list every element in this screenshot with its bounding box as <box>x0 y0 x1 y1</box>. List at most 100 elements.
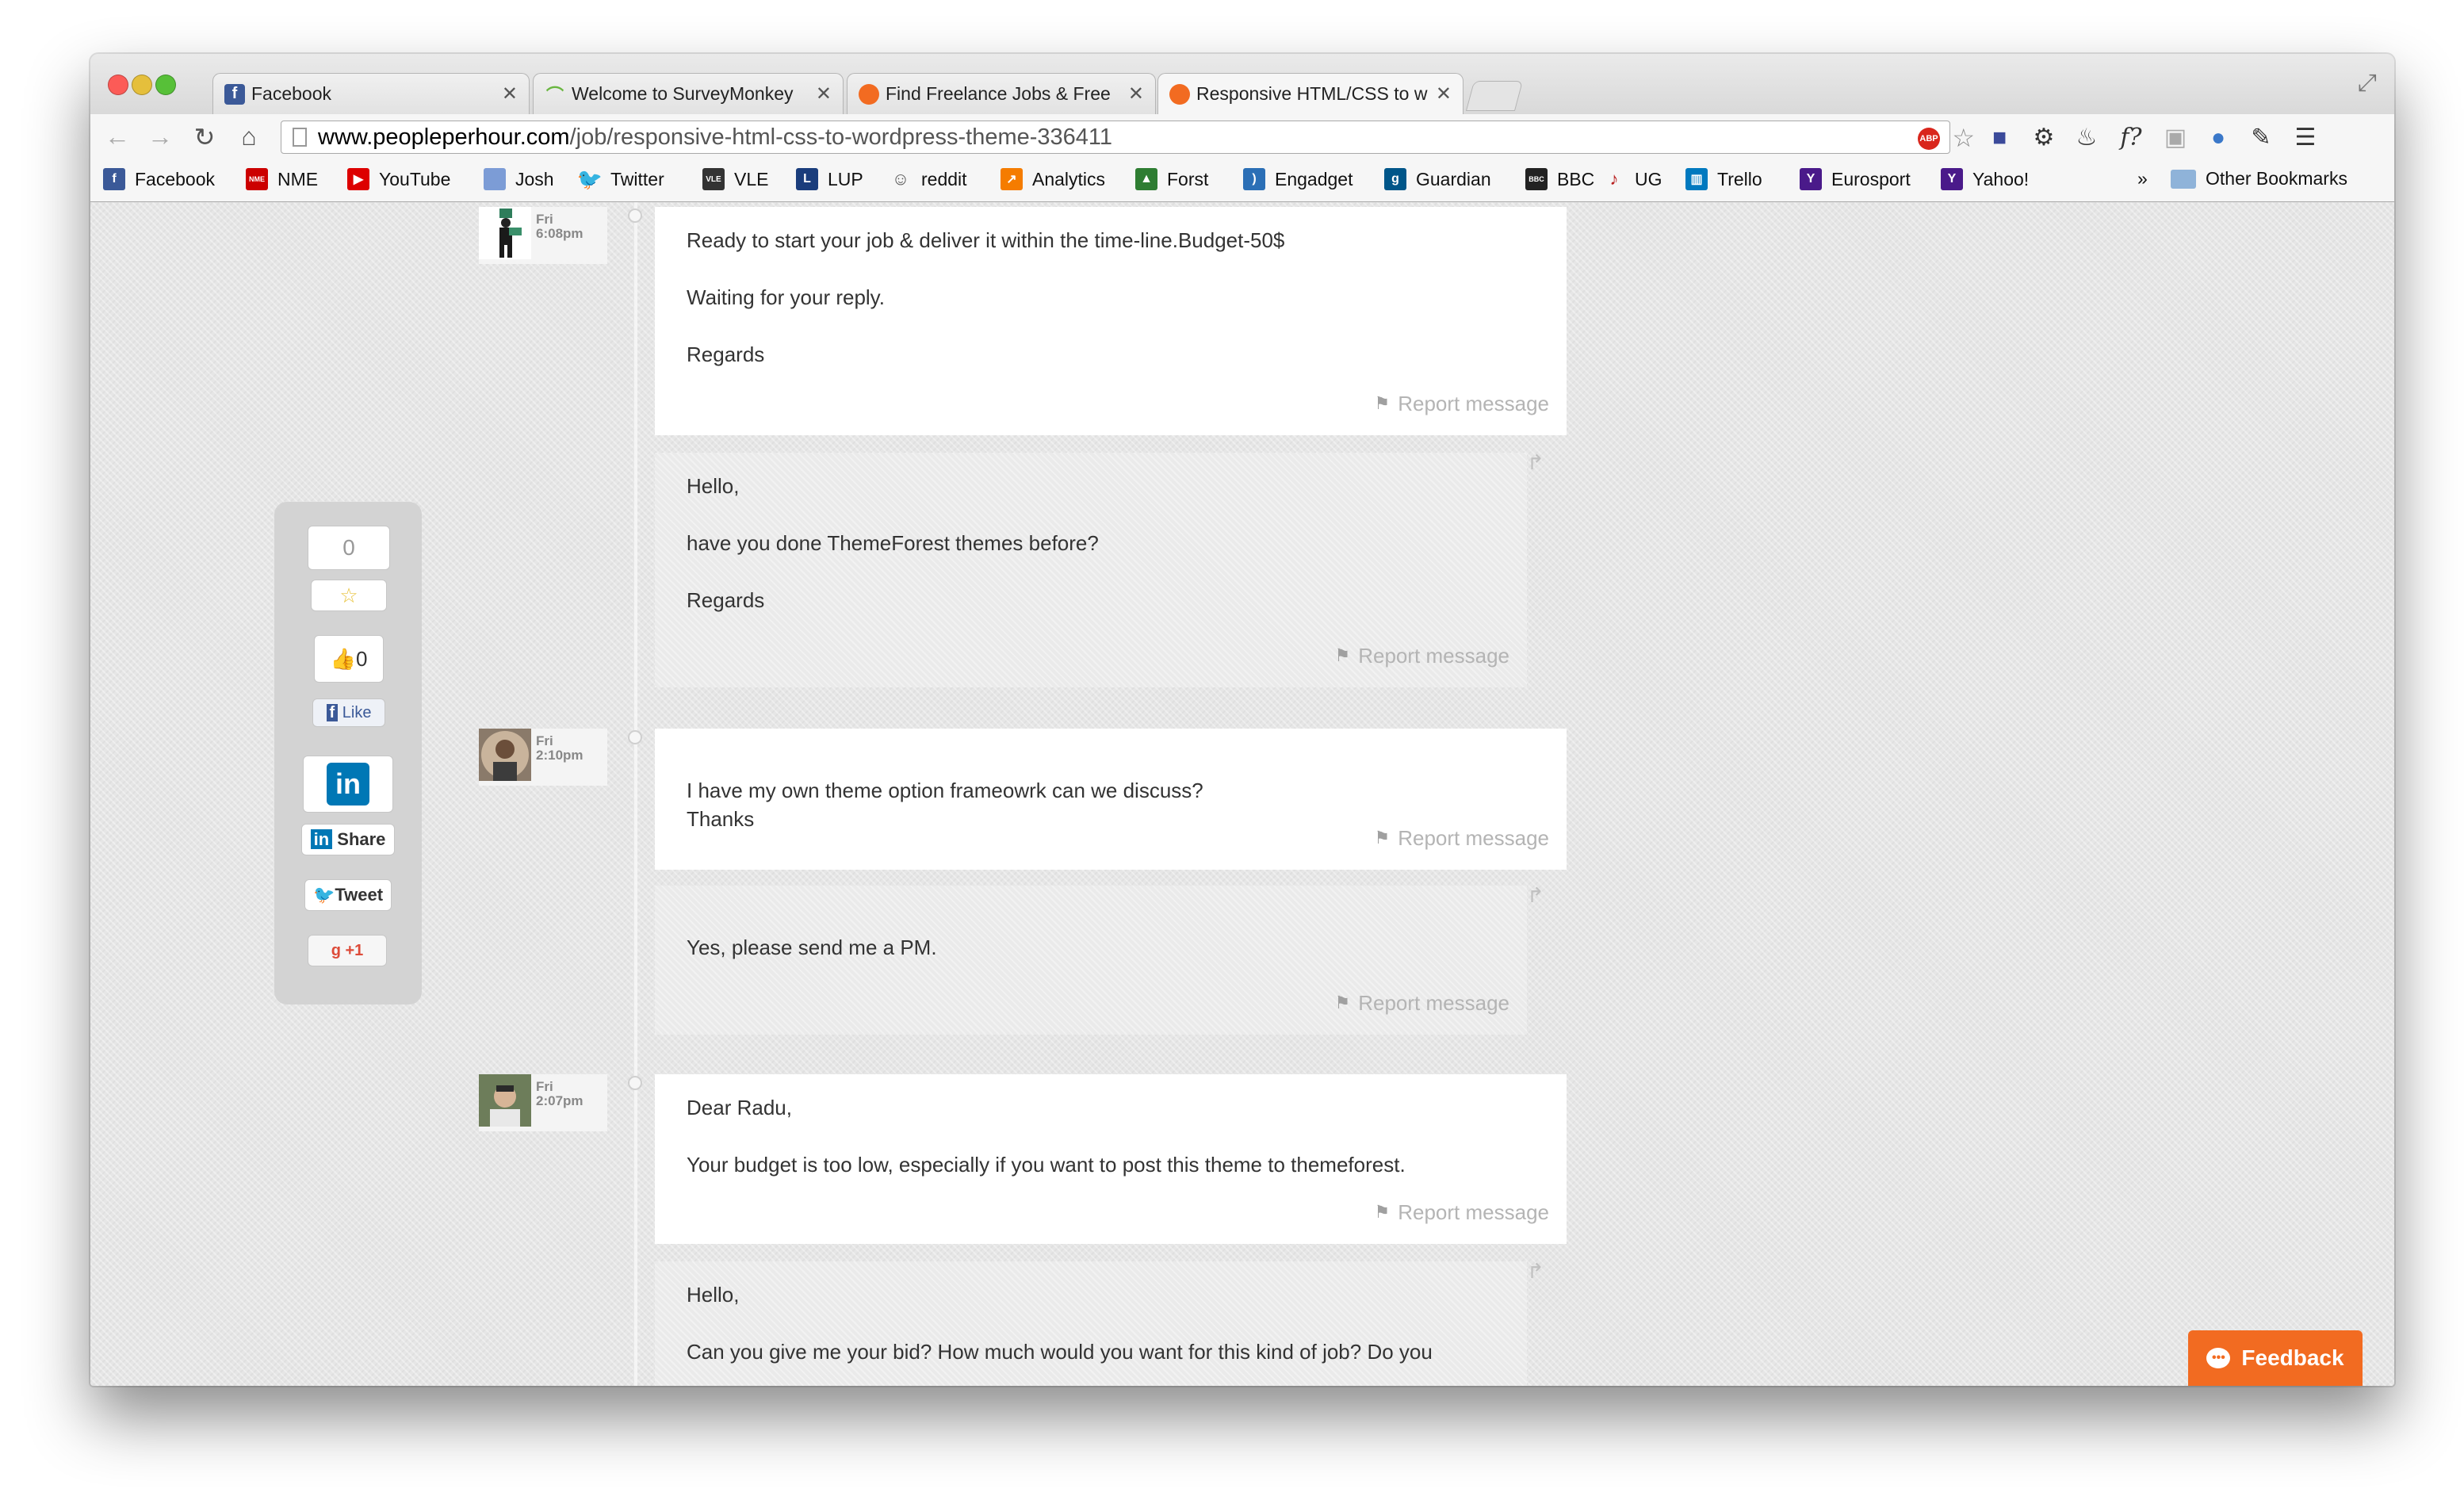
tweet-button[interactable]: 🐦Tweet <box>304 879 392 911</box>
address-bar[interactable]: www.peopleperhour.com/job/responsive-htm… <box>281 121 1975 154</box>
bookmark-ug[interactable]: ♪ UG <box>1603 168 1662 190</box>
bookmark-forst[interactable]: ▲ Forst <box>1135 168 1208 190</box>
linkedin-icon: in <box>310 829 333 849</box>
report-message-link[interactable]: ⚑ Report message <box>1375 389 1550 418</box>
new-tab-button[interactable] <box>1465 81 1524 111</box>
bookmark-lup[interactable]: L LUP <box>796 168 863 190</box>
minimize-window-button[interactable] <box>132 75 152 95</box>
linkedin-count-box: in <box>303 756 393 813</box>
page-icon <box>484 168 506 190</box>
close-tab-icon[interactable]: ✕ <box>816 82 832 105</box>
close-tab-icon[interactable]: ✕ <box>1128 82 1144 105</box>
message-text: Yes, please send me a PM. <box>687 936 937 959</box>
other-bookmarks-folder[interactable]: Other Bookmarks <box>2171 168 2347 189</box>
eyedropper-icon[interactable]: ✎ <box>2247 124 2275 152</box>
bookmark-guardian[interactable]: g Guardian <box>1384 168 1491 190</box>
thumbs-up-icon: 👍 <box>330 647 356 671</box>
reload-icon[interactable]: ↻ <box>189 122 220 152</box>
bookmark-label: Josh <box>515 168 554 189</box>
fullscreen-icon[interactable]: ⤢ <box>2358 70 2377 97</box>
back-arrow-icon[interactable]: ← <box>101 122 133 151</box>
message-time: 6:08pm <box>536 226 583 241</box>
engadget-icon: ) <box>1243 168 1265 190</box>
message-bubble: Ready to start your job & deliver it wit… <box>655 207 1567 435</box>
close-window-button[interactable] <box>108 75 128 95</box>
bookmark-nme[interactable]: NME NME <box>246 168 318 190</box>
favourite-star-button[interactable]: ☆ <box>311 580 387 611</box>
maximize-window-button[interactable] <box>155 75 176 95</box>
job-page: Fri 6:08pm Ready to start your job & del… <box>90 202 2394 1386</box>
sender-card: Fri 2:10pm <box>479 729 607 786</box>
facebook-like-button[interactable]: f Like <box>312 698 385 727</box>
close-tab-icon[interactable]: ✕ <box>1436 82 1452 105</box>
surveymonkey-icon: ⌒ <box>545 85 564 105</box>
rating-count-box: 0 <box>308 526 390 570</box>
bookmark-yahoo[interactable]: Y Yahoo! <box>1941 168 2029 190</box>
gear-icon[interactable]: ⚙ <box>2030 124 2058 152</box>
reply-bubble: ↱ Hello, have you done ThemeForest theme… <box>655 452 1544 687</box>
message-time: 2:07pm <box>536 1093 583 1108</box>
message-day: Fri <box>536 212 553 227</box>
bookmark-youtube[interactable]: ▶ YouTube <box>347 168 450 190</box>
yahoo-icon: Y <box>1800 168 1822 190</box>
report-message-link[interactable]: ⚑ Report message <box>1335 641 1510 670</box>
bookmark-facebook[interactable]: f Facebook <box>103 168 215 190</box>
report-message-link[interactable]: ⚑ Report message <box>1375 824 1550 852</box>
tab-surveymonkey[interactable]: ⌒ Welcome to SurveyMonkey ✕ <box>533 73 844 114</box>
menu-icon[interactable]: ☰ <box>2291 124 2320 152</box>
extension-cup-icon[interactable]: ♨ <box>2072 124 2101 152</box>
bookmarks-overflow-button[interactable]: » <box>2137 168 2148 189</box>
bookmark-bbc[interactable]: BBC BBC <box>1525 168 1594 190</box>
bookmark-label: Forst <box>1167 168 1209 189</box>
report-label: Report message <box>1398 392 1549 415</box>
bookmark-label: UG <box>1635 168 1662 189</box>
adblock-icon[interactable]: ABP <box>1918 128 1940 150</box>
linkedin-extension-icon[interactable]: ▣ <box>2161 124 2190 152</box>
avatar[interactable] <box>479 207 531 259</box>
message-bubble: Dear Radu, Your budget is too low, espec… <box>655 1074 1567 1244</box>
flag-icon: ⚑ <box>1374 393 1391 413</box>
tab-responsive-html[interactable]: Responsive HTML/CSS to w ✕ <box>1157 73 1463 114</box>
plus-one-label: +1 <box>345 942 364 959</box>
feedback-button[interactable]: ••• Feedback <box>2188 1330 2363 1386</box>
extension-icon[interactable]: ■ <box>1985 124 2014 152</box>
url-path: /job/responsive-html-css-to-wordpress-th… <box>569 124 1113 150</box>
message-text: Hello, <box>687 1283 740 1307</box>
report-message-link[interactable]: ⚑ Report message <box>1375 1198 1550 1226</box>
avatar[interactable] <box>479 729 531 781</box>
bookmark-vle[interactable]: VLE VLE <box>702 168 768 190</box>
like-label: Like <box>342 704 372 721</box>
like-count: 0 <box>355 647 368 671</box>
bookmark-eurosport[interactable]: Y Eurosport <box>1800 168 1911 190</box>
tab-facebook[interactable]: f Facebook ✕ <box>212 73 530 114</box>
browser-window: f Facebook ✕ ⌒ Welcome to SurveyMonkey ✕… <box>90 54 2394 1386</box>
bookmark-twitter[interactable]: 🐦 Twitter <box>577 167 664 191</box>
bookmark-trello[interactable]: ▥ Trello <box>1685 168 1762 190</box>
linkedin-share-button[interactable]: in Share <box>301 824 395 855</box>
bookmark-analytics[interactable]: ↗ Analytics <box>1001 168 1105 190</box>
tab-freelance-jobs[interactable]: Find Freelance Jobs & Free ✕ <box>847 73 1156 114</box>
home-icon[interactable]: ⌂ <box>233 122 265 151</box>
bookmark-reddit[interactable]: ☺ reddit <box>890 168 967 190</box>
report-message-link[interactable]: ⚑ Report message <box>1335 989 1510 1017</box>
avatar[interactable] <box>479 1074 531 1127</box>
bookmark-star-icon[interactable]: ☆ <box>1952 123 1975 153</box>
bookmark-josh[interactable]: Josh <box>484 168 554 190</box>
bookmark-label: BBC <box>1557 168 1595 189</box>
message-text: Regards <box>687 588 765 612</box>
forward-arrow-icon[interactable]: → <box>144 122 176 151</box>
linkedin-icon: in <box>327 762 369 805</box>
close-tab-icon[interactable]: ✕ <box>502 82 518 105</box>
message-bubble: I have my own theme option frameowrk can… <box>655 729 1567 870</box>
timeline-node <box>628 209 642 223</box>
bookmark-engadget[interactable]: ) Engadget <box>1243 168 1353 190</box>
reddit-icon: ☺ <box>891 169 910 189</box>
message-text: Waiting for your reply. <box>687 285 885 309</box>
youtube-icon: ▶ <box>347 168 369 190</box>
font-extension-icon[interactable]: f? <box>2117 124 2145 152</box>
google-plus-button[interactable]: g +1 <box>308 935 387 966</box>
folder-icon <box>2171 169 2196 189</box>
twitter-icon: 🐦 <box>312 885 335 905</box>
bookmark-label: Twitter <box>610 168 664 189</box>
globe-icon[interactable]: ● <box>2204 124 2233 152</box>
